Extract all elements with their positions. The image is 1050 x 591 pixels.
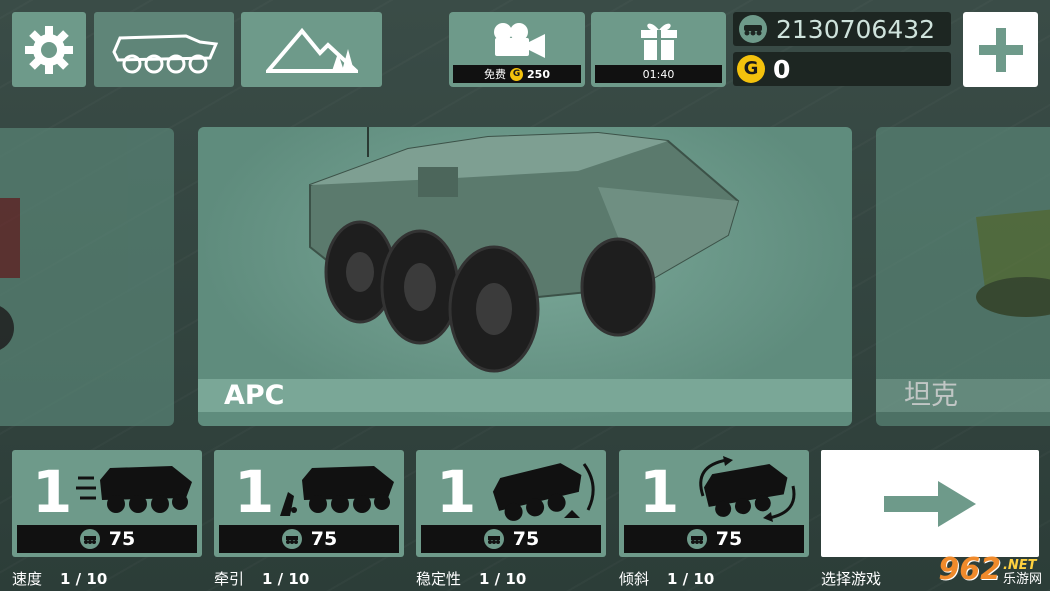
traction-cost: 75 (219, 525, 399, 553)
tilt-progress: 1 / 10 (667, 570, 715, 588)
tilt-level: 1 (639, 458, 680, 526)
upgrade-speed-button[interactable]: 1 75 (12, 450, 202, 557)
coins-value: 0 (773, 54, 791, 84)
stability-cost: 75 (421, 525, 601, 553)
stability-name: 稳定性 (416, 570, 462, 588)
vehicle-name-label: APC (198, 379, 852, 412)
select-game-button[interactable] (821, 450, 1039, 557)
traction-name: 牵引 (214, 570, 245, 588)
arrow-right-icon (884, 480, 976, 527)
speed-cost: 75 (17, 525, 197, 553)
video-reward-button[interactable]: 免费 G 250 (449, 12, 585, 87)
upgrade-traction-button[interactable]: 1 75 (214, 450, 404, 557)
mountain-icon (265, 27, 358, 73)
traction-progress: 1 / 10 (262, 570, 310, 588)
tilt-cost-value: 75 (715, 528, 743, 550)
tank-token-icon (79, 529, 100, 549)
tokens-display: 2130706432 (733, 12, 951, 46)
select-game-label: 选择游戏 (821, 570, 882, 588)
settings-button[interactable] (12, 12, 86, 87)
add-currency-button[interactable] (963, 12, 1038, 87)
tank-token-icon (483, 529, 504, 549)
video-reward-strip: 免费 G 250 (453, 65, 581, 83)
plus-icon (978, 27, 1023, 72)
vehicle-select-button[interactable] (94, 12, 234, 87)
video-reward-amount: 250 (527, 67, 550, 81)
coins-display: G 0 (733, 52, 951, 86)
vehicle-name-label: 坦克 (876, 379, 1050, 412)
apc-stability-icon (492, 463, 595, 521)
speed-label: 速度 1 / 10 (12, 568, 107, 589)
watermark-site: 乐游网 (1002, 572, 1042, 587)
coin-icon: G (510, 67, 524, 81)
apc-speed-icon (76, 466, 192, 513)
speed-name: 速度 (12, 570, 43, 588)
site-watermark: 962 .NET 乐游网 (938, 552, 1042, 587)
tank-token-icon (686, 529, 707, 549)
upgrade-tilt-button[interactable]: 1 75 (619, 450, 809, 557)
coin-icon: G (737, 55, 765, 83)
gift-timer-strip: 01:40 (595, 65, 722, 83)
gift-icon (641, 23, 677, 60)
traction-label: 牵引 1 / 10 (214, 568, 309, 589)
vehicle-card-selected[interactable]: APC (198, 127, 852, 426)
apc-tilt-icon (699, 456, 796, 522)
gift-timer: 01:40 (642, 67, 675, 81)
vehicle-card-previous[interactable] (0, 128, 174, 426)
traction-cost-value: 75 (310, 528, 338, 550)
stability-progress: 1 / 10 (479, 570, 527, 588)
watermark-dotnet: .NET (1002, 558, 1037, 573)
speed-progress: 1 / 10 (60, 570, 108, 588)
tank-vehicle-image (976, 209, 1050, 317)
stability-label: 稳定性 1 / 10 (416, 568, 526, 589)
stability-cost-value: 75 (512, 528, 540, 550)
traction-level: 1 (234, 458, 275, 526)
speed-level: 1 (32, 458, 73, 526)
tank-token-icon (281, 529, 302, 549)
upgrade-stability-button[interactable]: 1 75 (416, 450, 606, 557)
tilt-name: 倾斜 (619, 570, 650, 588)
stability-level: 1 (436, 458, 477, 526)
speed-cost-value: 75 (108, 528, 136, 550)
tank-token-icon (739, 15, 767, 43)
tokens-value: 2130706432 (776, 14, 936, 44)
film-camera-icon (494, 23, 545, 58)
gift-button[interactable]: 01:40 (591, 12, 726, 87)
apc-vehicle-image (309, 127, 740, 373)
vehicle-image (0, 198, 20, 350)
apc-outline-icon (112, 33, 219, 73)
video-reward-label: 免费 (484, 68, 507, 81)
watermark-number: 962 (938, 552, 1001, 587)
tilt-label: 倾斜 1 / 10 (619, 568, 714, 589)
vehicle-card-next[interactable]: 坦克 (876, 127, 1050, 426)
gear-icon (25, 25, 73, 74)
apc-traction-icon (280, 466, 394, 516)
terrain-select-button[interactable] (241, 12, 382, 87)
tilt-cost: 75 (624, 525, 804, 553)
